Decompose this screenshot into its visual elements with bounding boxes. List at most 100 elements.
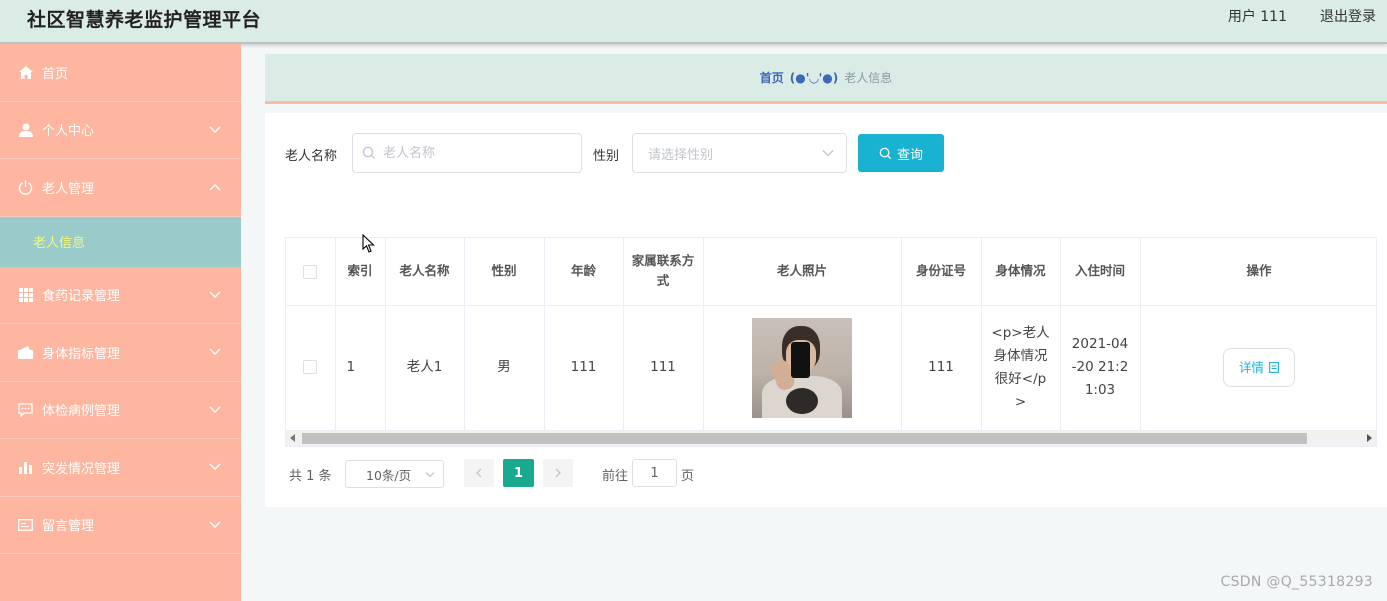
sidebar-item-medical-records[interactable]: 体检病例管理 bbox=[0, 382, 241, 439]
sidebar: 首页 个人中心 老人管理 老人信息 食药记录管理 身体指标管理 体检病例管理 突… bbox=[0, 44, 241, 601]
breadcrumb-current: 老人信息 bbox=[844, 71, 893, 85]
app-title: 社区智慧养老监护管理平台 bbox=[27, 9, 262, 31]
table-header-cell: 身份证号 bbox=[901, 238, 982, 306]
top-header: 社区智慧养老监护管理平台 用户 111 退出登录 bbox=[0, 0, 1387, 44]
power-icon bbox=[18, 180, 33, 195]
sidebar-item-label: 老人管理 bbox=[42, 181, 95, 197]
sidebar-item-label: 留言管理 bbox=[42, 519, 95, 535]
query-button-label: 查询 bbox=[896, 147, 923, 163]
table-row: 1 老人1 男 111 111 111 <p>老人身体情况很好</p> 2021… bbox=[286, 305, 1376, 431]
sidebar-item-label: 突发情况管理 bbox=[42, 461, 121, 477]
search-icon bbox=[879, 147, 892, 159]
chevron-up-icon bbox=[209, 184, 221, 191]
query-button[interactable]: 查询 bbox=[858, 134, 944, 172]
chevron-down-icon bbox=[209, 348, 221, 356]
table-header-cell: 入住时间 bbox=[1060, 238, 1141, 306]
goto-page-input[interactable] bbox=[632, 459, 677, 487]
home-icon bbox=[18, 65, 33, 80]
user-name: 用户 111 bbox=[1227, 9, 1287, 25]
horizontal-scrollbar[interactable] bbox=[286, 431, 1376, 446]
elder-photo bbox=[752, 317, 852, 418]
page-size-value: 10条/页 bbox=[366, 467, 412, 483]
cell-contact: 111 bbox=[623, 305, 704, 431]
goto-suffix: 页 bbox=[681, 469, 695, 484]
table-header-cell: 操作 bbox=[1140, 238, 1376, 306]
scrollbar-thumb[interactable] bbox=[302, 433, 1307, 444]
row-select bbox=[286, 305, 336, 431]
detail-button[interactable]: 详情 bbox=[1223, 348, 1295, 387]
cell-age: 111 bbox=[544, 305, 624, 431]
chevron-down-icon bbox=[209, 291, 221, 298]
sidebar-item-home[interactable]: 首页 bbox=[0, 44, 241, 102]
search-icon bbox=[362, 146, 375, 159]
chevron-down-icon bbox=[425, 472, 435, 478]
table-header-cell: 老人名称 bbox=[385, 238, 465, 306]
page-size-select[interactable]: 10条/页 bbox=[345, 460, 444, 488]
bar-chart-icon bbox=[18, 460, 33, 475]
user-icon bbox=[18, 122, 33, 137]
table-header-cell: 年龄 bbox=[544, 238, 624, 306]
breadcrumb-home[interactable]: 首页 bbox=[760, 69, 784, 86]
chevron-down-icon bbox=[822, 150, 834, 157]
chevron-down-icon bbox=[209, 126, 221, 133]
table-header-cell: 身体情况 bbox=[981, 238, 1061, 306]
cell-name: 老人1 bbox=[385, 305, 465, 431]
table-header-row: 索引 老人名称 性别 年龄 家属联系方式 老人照片 身份证号 身体情况 入住时间… bbox=[286, 238, 1376, 306]
sidebar-item-label: 食药记录管理 bbox=[42, 289, 121, 305]
breadcrumb-separator: (●'◡'●) bbox=[789, 70, 839, 85]
chevron-left-icon bbox=[476, 468, 482, 478]
cell-checkin-time: 2021-04-20 21:21:03 bbox=[1060, 305, 1141, 431]
wallet-icon bbox=[18, 345, 33, 360]
sidebar-item-messages[interactable]: 留言管理 bbox=[0, 497, 241, 554]
next-page-button[interactable] bbox=[543, 459, 573, 487]
document-icon bbox=[1269, 362, 1279, 373]
table-header-cell: 家属联系方式 bbox=[623, 238, 704, 306]
select-all-checkbox[interactable] bbox=[303, 264, 318, 279]
page-number-active[interactable]: 1 bbox=[503, 459, 534, 487]
sidebar-item-label: 身体指标管理 bbox=[42, 346, 121, 362]
header-select-all bbox=[286, 238, 336, 306]
cell-index: 1 bbox=[335, 305, 386, 431]
cell-photo bbox=[703, 305, 902, 431]
watermark: CSDN @Q_55318293 bbox=[1220, 574, 1373, 590]
cell-gender: 男 bbox=[464, 305, 545, 431]
cell-actions: 详情 bbox=[1140, 305, 1376, 431]
gender-label: 性别 bbox=[593, 149, 620, 164]
sidebar-item-body-indicators[interactable]: 身体指标管理 bbox=[0, 324, 241, 382]
table-header-cell: 性别 bbox=[464, 238, 545, 306]
pagination-total: 共 1 条 bbox=[289, 469, 332, 484]
sidebar-item-emergencies[interactable]: 突发情况管理 bbox=[0, 439, 241, 497]
prev-page-button[interactable] bbox=[464, 459, 494, 487]
sidebar-item-personal-center[interactable]: 个人中心 bbox=[0, 102, 241, 159]
cell-id-number: 111 bbox=[901, 305, 982, 431]
chevron-down-icon bbox=[209, 406, 221, 413]
sidebar-item-elder-management[interactable]: 老人管理 bbox=[0, 159, 241, 217]
sidebar-item-label: 首页 bbox=[42, 66, 69, 82]
chevron-down-icon bbox=[209, 521, 221, 528]
elder-table: 索引 老人名称 性别 年龄 家属联系方式 老人照片 身份证号 身体情况 入住时间… bbox=[285, 237, 1377, 447]
sidebar-item-food-medicine[interactable]: 食药记录管理 bbox=[0, 267, 241, 324]
sidebar-item-label: 体检病例管理 bbox=[42, 404, 121, 420]
breadcrumb: 首页 (●'◡'●) 老人信息 bbox=[265, 54, 1387, 104]
detail-button-label: 详情 bbox=[1238, 360, 1264, 375]
grid-icon bbox=[18, 287, 33, 302]
name-search-input[interactable] bbox=[352, 133, 582, 173]
gender-select-placeholder: 请选择性别 bbox=[648, 147, 714, 163]
sidebar-item-label: 个人中心 bbox=[42, 124, 95, 140]
scroll-left-arrow-icon[interactable] bbox=[290, 434, 295, 442]
chevron-right-icon bbox=[555, 468, 561, 478]
id-card-icon bbox=[18, 517, 33, 532]
table-header-cell: 老人照片 bbox=[703, 238, 902, 306]
name-label: 老人名称 bbox=[285, 149, 338, 164]
logout-link[interactable]: 退出登录 bbox=[1320, 6, 1376, 26]
scroll-right-arrow-icon[interactable] bbox=[1367, 434, 1372, 442]
goto-label: 前往 bbox=[602, 469, 629, 484]
table-header-cell: 索引 bbox=[335, 238, 386, 306]
cell-health: <p>老人身体情况很好</p> bbox=[981, 305, 1061, 431]
chat-icon bbox=[18, 402, 33, 417]
chevron-down-icon bbox=[209, 463, 221, 471]
gender-select[interactable]: 请选择性别 bbox=[632, 133, 847, 173]
sidebar-subitem-elder-info[interactable]: 老人信息 bbox=[0, 216, 241, 267]
mouse-cursor-icon bbox=[362, 234, 375, 253]
row-checkbox[interactable] bbox=[303, 360, 318, 374]
